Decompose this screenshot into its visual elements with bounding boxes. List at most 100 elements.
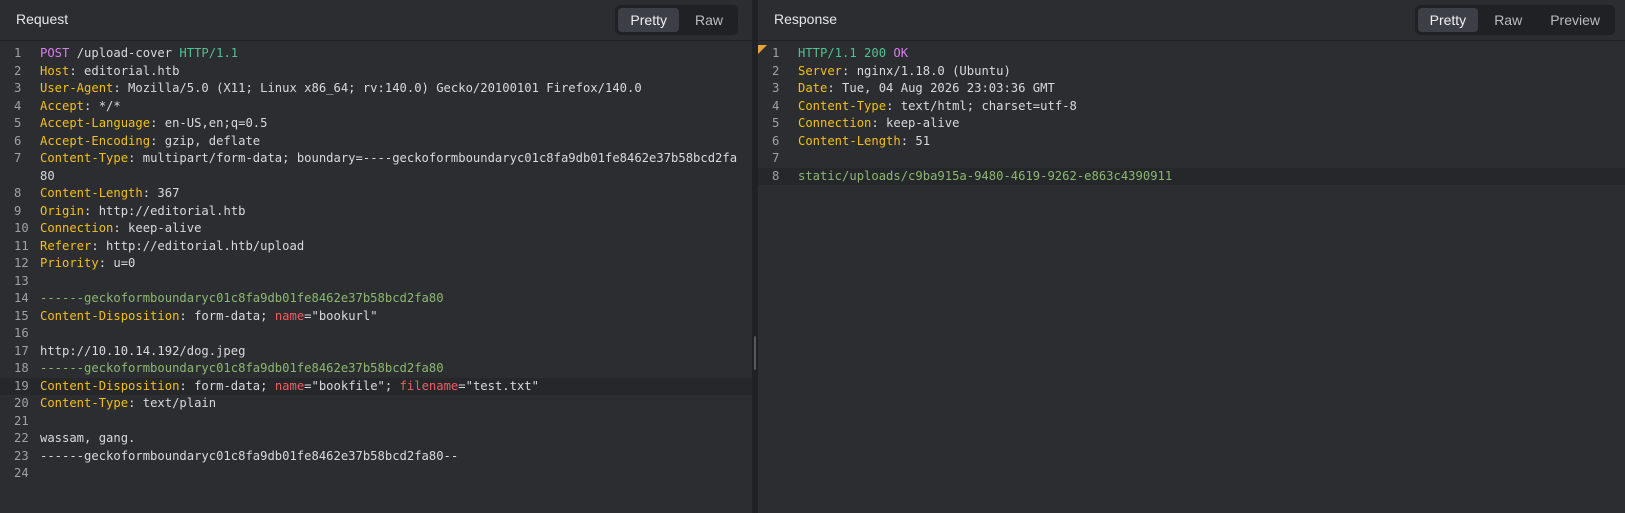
code-line[interactable]: 18 ------geckoformboundaryc01c8fa9db01fe8… <box>0 360 752 378</box>
tab-request-pretty[interactable]: Pretty <box>618 8 679 32</box>
code-line[interactable]: 19 Content-Disposition: form-data; name="… <box>0 377 752 395</box>
token: Content-Disposition <box>40 308 180 323</box>
token: ------geckoformboundaryc01c8fa9db01fe846… <box>40 448 459 463</box>
line-content: http://10.10.14.192/dog.jpeg <box>40 343 752 361</box>
code-line[interactable]: 12 Priority: u=0 <box>0 255 752 273</box>
code-line[interactable]: 8 Content-Length: 367 <box>0 185 752 203</box>
token: : 51 <box>900 133 931 148</box>
code-line[interactable]: 24 <box>0 465 752 483</box>
code-line[interactable]: 23 ------geckoformboundaryc01c8fa9db01fe8… <box>0 448 752 466</box>
token: Priority <box>40 256 99 270</box>
token: Connection <box>798 116 872 130</box>
line-number: 9 <box>14 203 22 218</box>
code-line[interactable]: 21 <box>0 413 752 431</box>
token: /upload-cover <box>69 46 180 60</box>
token: : nginx/1.18.0 (Ubuntu) <box>842 63 1011 78</box>
token: : form-data; <box>179 378 275 393</box>
code-line[interactable]: 16 <box>0 325 752 343</box>
line-number: 11 <box>14 238 29 253</box>
response-header: Response Pretty Raw Preview <box>758 0 1625 41</box>
line-number: 22 <box>14 431 29 445</box>
code-line[interactable]: 15 Content-Disposition: form-data; name="… <box>0 308 752 326</box>
code-line[interactable]: 10 Connection: keep-alive <box>0 220 752 238</box>
token: User-Agent <box>40 81 114 95</box>
token: : text/html; charset=utf-8 <box>886 98 1077 113</box>
request-header: Request Pretty Raw <box>0 0 752 41</box>
token: ="bookurl" <box>304 308 378 323</box>
line-content: HTTP/1.1 200 OK <box>798 45 1625 63</box>
token: Host <box>40 63 70 78</box>
code-line[interactable]: 11 Referer: http://editorial.htb/upload <box>0 238 752 256</box>
response-editor[interactable]: 1 HTTP/1.1 200 OK 2 Server: nginx/1.18.0 (U… <box>758 45 1625 185</box>
token: Origin <box>40 203 85 218</box>
token: : Tue, 04 Aug 2026 23:03:36 GMT <box>827 81 1055 95</box>
line-content <box>40 273 752 291</box>
line-content <box>798 150 1625 168</box>
token: : text/plain <box>128 396 217 410</box>
code-line[interactable]: 9 Origin: http://editorial.htb <box>0 203 752 221</box>
token: ="bookfile"; <box>304 378 400 393</box>
token: name <box>274 308 305 323</box>
request-editor[interactable]: 1 POST /upload-cover HTTP/1.1 2 Host: edito… <box>0 45 752 483</box>
token: POST <box>40 46 70 60</box>
line-number: 21 <box>14 413 29 428</box>
code-line[interactable]: 1 POST /upload-cover HTTP/1.1 <box>0 45 752 63</box>
token: Content-Type <box>40 151 129 165</box>
request-title: Request <box>16 11 69 27</box>
token: OK <box>893 46 909 60</box>
code-line[interactable]: 17 http://10.10.14.192/dog.jpeg <box>0 343 752 361</box>
line-content: ------geckoformboundaryc01c8fa9db01fe846… <box>40 360 752 378</box>
code-line[interactable]: 13 <box>0 273 752 291</box>
line-number: 1 <box>14 46 22 60</box>
line-content: Accept-Encoding: gzip, deflate <box>40 133 752 151</box>
tab-response-raw[interactable]: Raw <box>1482 8 1534 32</box>
code-line[interactable]: 6 Accept-Encoding: gzip, deflate <box>0 133 752 151</box>
code-line[interactable]: 2 Server: nginx/1.18.0 (Ubuntu) <box>758 63 1625 81</box>
code-line[interactable]: 5 Connection: keep-alive <box>758 115 1625 133</box>
token: : 367 <box>142 186 180 200</box>
splitter-grip-handle[interactable] <box>754 336 756 370</box>
token: : */* <box>84 98 121 113</box>
line-number: 7 <box>14 151 22 165</box>
code-line[interactable]: 7 <box>758 150 1625 168</box>
line-content: wassam, gang. <box>40 430 752 448</box>
tab-request-raw[interactable]: Raw <box>683 8 735 32</box>
tab-response-pretty[interactable]: Pretty <box>1417 8 1479 32</box>
token: Content-Length <box>40 186 143 200</box>
line-content: ------geckoformboundaryc01c8fa9db01fe846… <box>40 290 752 308</box>
tab-response-preview[interactable]: Preview <box>1538 8 1612 32</box>
line-content: Referer: http://editorial.htb/upload <box>40 238 752 256</box>
code-line[interactable]: 7 Content-Type: multipart/form-data; boun… <box>0 150 752 185</box>
token: Content-Type <box>798 98 887 113</box>
response-title: Response <box>774 11 838 27</box>
token: : gzip, deflate <box>150 133 261 148</box>
token: Connection <box>40 221 114 235</box>
code-line[interactable]: 8 static/uploads/c9ba915a-9480-4619-9262-… <box>758 167 1625 185</box>
code-line[interactable]: 20 Content-Type: text/plain <box>0 395 752 413</box>
line-number: 10 <box>14 221 29 235</box>
token: Content-Type <box>40 396 129 410</box>
token: : http://editorial.htb/upload <box>91 238 305 253</box>
token: wassam, gang. <box>40 431 136 445</box>
code-line[interactable]: 3 User-Agent: Mozilla/5.0 (X11; Linux x86… <box>0 80 752 98</box>
code-line[interactable]: 5 Accept-Language: en-US,en;q=0.5 <box>0 115 752 133</box>
code-line[interactable]: 3 Date: Tue, 04 Aug 2026 23:03:36 GMT <box>758 80 1625 98</box>
code-line[interactable]: 22 wassam, gang. <box>0 430 752 448</box>
line-number: 14 <box>14 291 29 305</box>
code-line[interactable]: 6 Content-Length: 51 <box>758 133 1625 151</box>
line-number: 5 <box>772 116 780 130</box>
code-line[interactable]: 2 Host: editorial.htb <box>0 63 752 81</box>
line-number: 8 <box>14 186 22 200</box>
token: : en-US,en;q=0.5 <box>150 116 268 130</box>
token: : editorial.htb <box>69 63 180 78</box>
request-pane: Request Pretty Raw 1 POST /upload-cover H… <box>0 0 752 513</box>
token: HTTP/1.1 <box>179 46 239 60</box>
token: : u=0 <box>98 256 136 270</box>
code-line[interactable]: 1 HTTP/1.1 200 OK <box>758 45 1625 63</box>
line-content: Content-Length: 367 <box>40 185 752 203</box>
token: : Mozilla/5.0 (X11; Linux x86_64; rv:140… <box>113 81 642 95</box>
code-line[interactable]: 4 Content-Type: text/html; charset=utf-8 <box>758 98 1625 116</box>
code-line[interactable]: 14 ------geckoformboundaryc01c8fa9db01fe8… <box>0 290 752 308</box>
code-line[interactable]: 4 Accept: */* <box>0 98 752 116</box>
line-number: 20 <box>14 396 29 410</box>
